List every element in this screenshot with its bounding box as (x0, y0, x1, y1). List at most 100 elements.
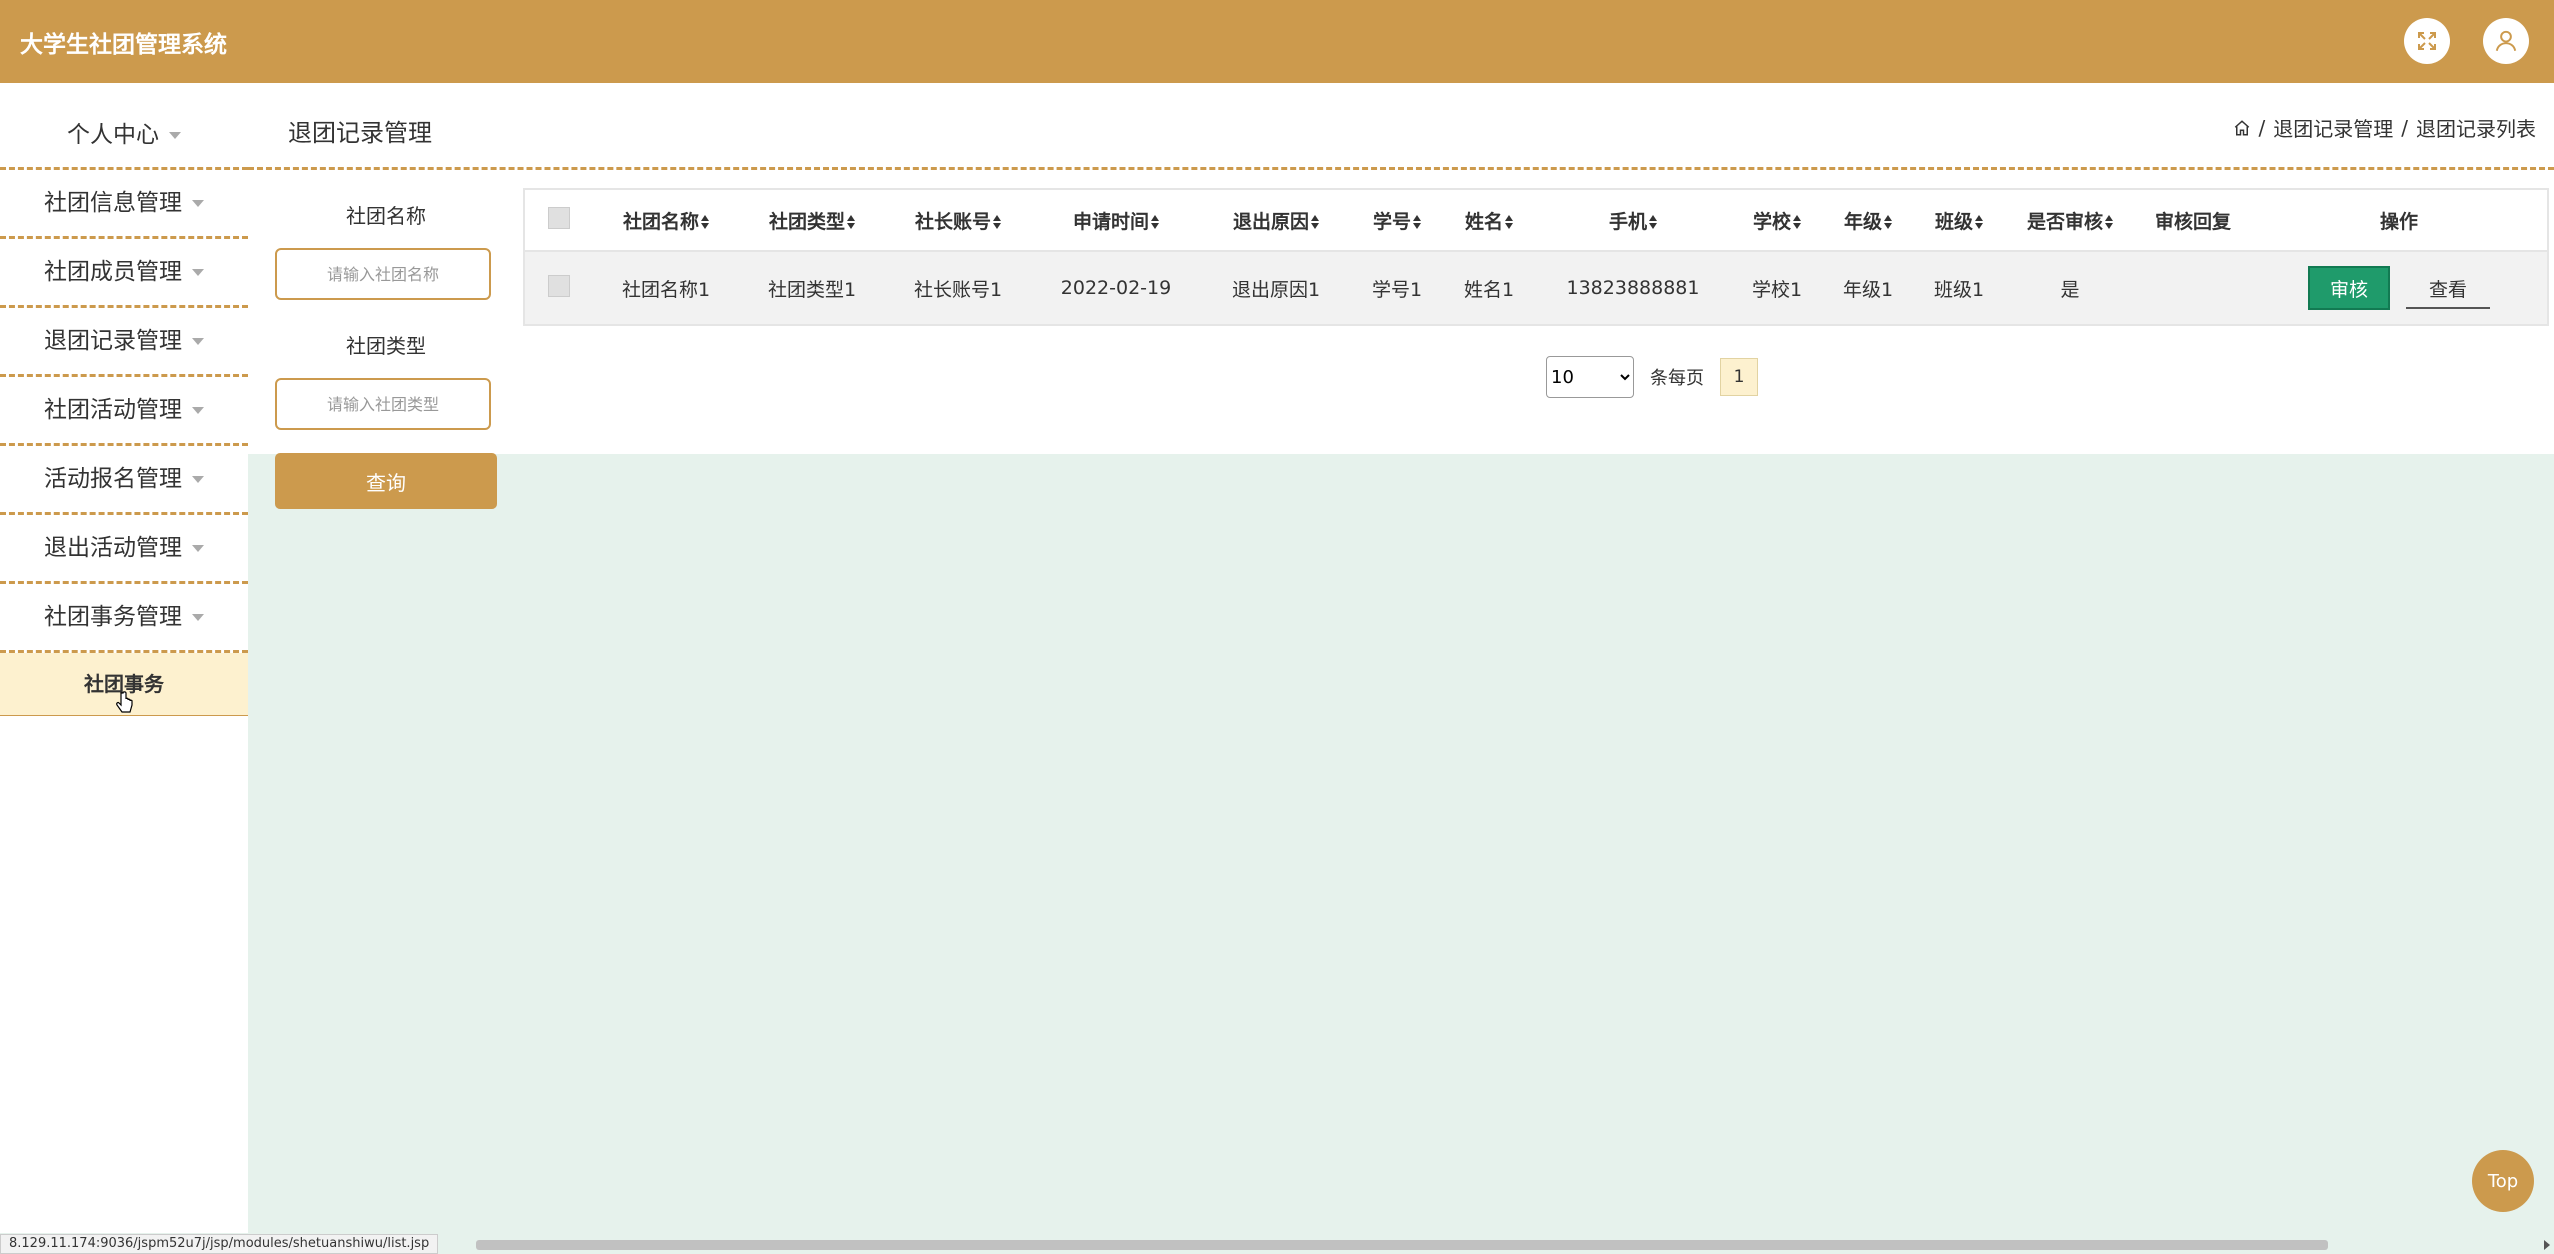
sidebar-item-club-affairs[interactable]: 社团事务管理 (0, 584, 248, 653)
back-to-top-button[interactable]: Top (2472, 1150, 2534, 1212)
table-cell: 社团类型1 (739, 250, 885, 324)
club-name-input[interactable] (275, 248, 491, 300)
column-header: 操作 (2251, 190, 2547, 251)
select-all-cell (525, 190, 593, 251)
sort-icon[interactable] (1649, 215, 1657, 229)
fullscreen-icon[interactable] (2404, 18, 2450, 64)
chevron-down-icon (169, 132, 181, 139)
sort-icon[interactable] (1413, 215, 1421, 229)
page-number[interactable]: 1 (1720, 358, 1758, 396)
column-header[interactable]: 社团类型 (739, 190, 885, 251)
page-title: 退团记录管理 (288, 119, 432, 147)
club-type-input[interactable] (275, 378, 491, 430)
sidebar-subitem-club-affairs[interactable]: 社团事务 (0, 653, 248, 716)
sidebar-item-label: 社团信息管理 (44, 190, 182, 216)
column-header[interactable]: 社长账号 (885, 190, 1031, 251)
table-cell: 退出原因1 (1201, 250, 1351, 324)
select-all-checkbox[interactable] (548, 206, 570, 229)
table-cell: 13823888881 (1535, 250, 1731, 324)
sidebar-item-label: 社团活动管理 (44, 397, 182, 423)
page-size-select[interactable]: 10 (1546, 356, 1634, 398)
status-url: 8.129.11.174:9036/jspm52u7j/jsp/modules/… (0, 1234, 439, 1254)
sort-icon[interactable] (1793, 215, 1801, 229)
row-select-cell (525, 250, 593, 324)
audit-button[interactable]: 审核 (2307, 266, 2390, 310)
content-area: 社团名称 社团类型 查询 社团名称 社团类型 社长账号 申请时间 退出原因 (248, 170, 2554, 509)
chevron-down-icon (192, 407, 204, 414)
top-header: 大学生社团管理系统 (0, 0, 2554, 83)
column-header[interactable]: 学号 (1351, 190, 1443, 251)
breadcrumb-item: 退团记录列表 (2416, 117, 2536, 141)
club-name-label: 社团名称 (346, 204, 426, 228)
column-header[interactable]: 手机 (1535, 190, 1731, 251)
chevron-down-icon (192, 200, 204, 207)
records-table: 社团名称 社团类型 社长账号 申请时间 退出原因 学号 姓名 手机 学校 年级 … (523, 188, 2549, 326)
chevron-down-icon (192, 545, 204, 552)
chevron-down-icon (192, 338, 204, 345)
column-header: 审核回复 (2135, 190, 2251, 251)
column-header[interactable]: 申请时间 (1031, 190, 1201, 251)
column-header[interactable]: 姓名 (1443, 190, 1535, 251)
search-panel: 社团名称 社团类型 查询 (275, 170, 497, 509)
sidebar-item-club-members[interactable]: 社团成员管理 (0, 239, 248, 308)
breadcrumb-item[interactable]: 退团记录管理 (2273, 113, 2393, 142)
breadcrumb-separator: / (2258, 115, 2266, 140)
breadcrumb: / 退团记录管理 / 退团记录列表 (2233, 113, 2536, 142)
club-type-label: 社团类型 (346, 334, 426, 358)
sidebar-item-personal-center[interactable]: 个人中心 (0, 83, 248, 170)
column-header[interactable]: 是否审核 (2005, 190, 2135, 251)
row-checkbox[interactable] (548, 274, 570, 297)
query-button[interactable]: 查询 (275, 453, 497, 509)
chevron-down-icon (192, 269, 204, 276)
sidebar-item-label: 退团记录管理 (44, 328, 182, 354)
sort-icon[interactable] (847, 215, 855, 229)
table-cell: 姓名1 (1443, 250, 1535, 324)
sidebar-item-label: 社团事务管理 (44, 604, 182, 630)
sort-icon[interactable] (1311, 215, 1319, 229)
page-header: 退团记录管理 / 退团记录管理 / 退团记录列表 (248, 83, 2554, 170)
user-icon[interactable] (2483, 18, 2529, 64)
table-cell (2135, 250, 2251, 324)
sort-icon[interactable] (993, 215, 1001, 229)
sidebar-item-club-activities[interactable]: 社团活动管理 (0, 377, 248, 446)
chevron-down-icon (192, 614, 204, 621)
sort-icon[interactable] (1975, 215, 1983, 229)
breadcrumb-separator: / (2401, 115, 2408, 140)
table-cell: 年级1 (1823, 250, 1913, 324)
per-page-label: 条每页 (1650, 368, 1704, 389)
column-header[interactable]: 退出原因 (1201, 190, 1351, 251)
table-cell: 学号1 (1351, 250, 1443, 324)
view-button[interactable]: 查看 (2406, 269, 2491, 309)
sidebar-item-label: 社团成员管理 (44, 259, 182, 285)
table-cell: 社长账号1 (885, 250, 1031, 324)
actions-cell: 审核 查看 (2251, 250, 2547, 324)
sidebar-item-label: 个人中心 (67, 122, 159, 148)
sidebar-item-exit-activity[interactable]: 退出活动管理 (0, 515, 248, 584)
sidebar-item-club-info[interactable]: 社团信息管理 (0, 170, 248, 239)
sidebar-item-label: 退出活动管理 (44, 535, 182, 561)
sidebar-item-activity-signup[interactable]: 活动报名管理 (0, 446, 248, 515)
pagination: 10 条每页 1 (1546, 356, 1758, 398)
column-header[interactable]: 年级 (1823, 190, 1913, 251)
sidebar-item-withdrawal-records[interactable]: 退团记录管理 (0, 308, 248, 377)
top-icons (2404, 18, 2529, 64)
table-cell: 是 (2005, 250, 2135, 324)
table-cell: 学校1 (1731, 250, 1823, 324)
scroll-right-icon[interactable] (2544, 1240, 2550, 1250)
sidebar: 个人中心 社团信息管理 社团成员管理 退团记录管理 社团活动管理 活动报名管理 … (0, 83, 248, 1233)
table-row: 社团名称1 社团类型1 社长账号1 2022-02-19 退出原因1 学号1 姓… (525, 250, 2547, 324)
app-title: 大学生社团管理系统 (20, 31, 227, 58)
sort-icon[interactable] (701, 215, 709, 229)
column-header[interactable]: 社团名称 (593, 190, 739, 251)
horizontal-scrollbar[interactable] (476, 1240, 2328, 1250)
sort-icon[interactable] (1505, 215, 1513, 229)
home-icon[interactable] (2233, 119, 2251, 137)
column-header[interactable]: 班级 (1913, 190, 2005, 251)
sidebar-item-label: 活动报名管理 (44, 466, 182, 492)
sort-icon[interactable] (1884, 215, 1892, 229)
column-header[interactable]: 学校 (1731, 190, 1823, 251)
sort-icon[interactable] (1151, 215, 1159, 229)
table-cell: 社团名称1 (593, 250, 739, 324)
sort-icon[interactable] (2105, 215, 2113, 229)
hand-cursor-icon (116, 691, 133, 713)
